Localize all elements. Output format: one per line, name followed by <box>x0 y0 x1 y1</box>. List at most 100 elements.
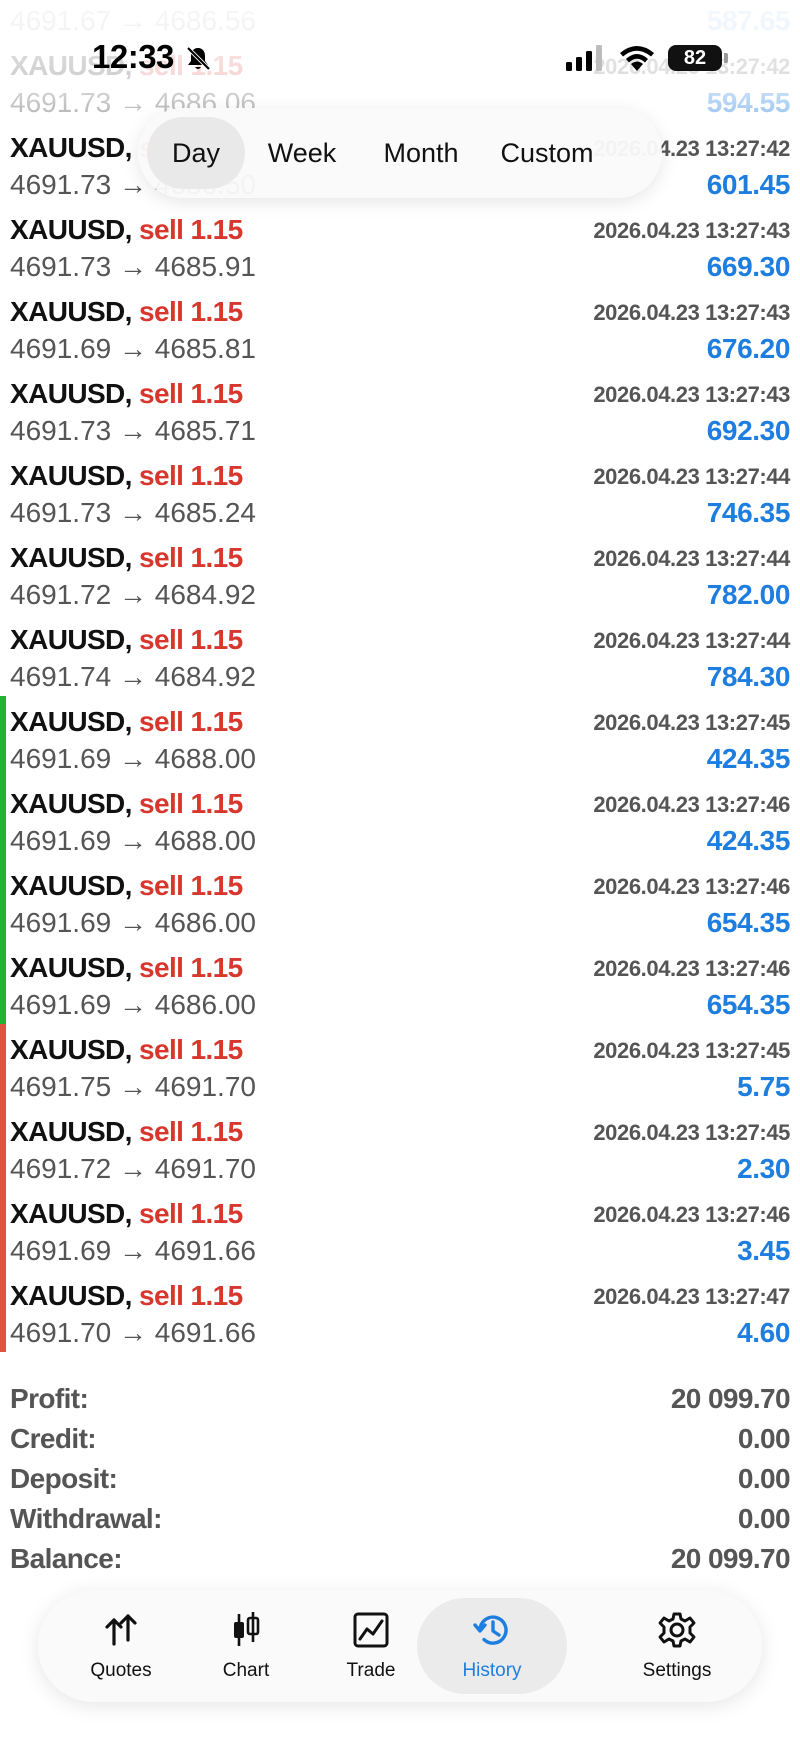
summary-value: 0.00 <box>737 1423 791 1454</box>
deal-row[interactable]: XAUUSD, sell 1.15 2026.04.23 13:27:44 4691… <box>0 614 800 696</box>
deal-title: XAUUSD, sell 1.15 <box>10 1034 243 1066</box>
deal-side: sell 1.15 <box>139 624 243 655</box>
deal-time: 2026.04.23 13:27:46 <box>593 792 790 817</box>
deals-list: XAUUSD, sell 1.152026.04.23 13:27:424691… <box>0 0 800 1352</box>
deal-profit: 424.35 <box>706 825 791 856</box>
deal-row[interactable]: XAUUSD, sell 1.15 2026.04.23 13:27:46 4691… <box>0 778 800 860</box>
deal-row[interactable]: XAUUSD, sell 1.15 2026.04.23 13:27:45 4691… <box>0 696 800 778</box>
deal-prices: 4691.72 → 4691.70 <box>10 1153 256 1184</box>
deal-status-bar <box>0 696 6 778</box>
battery-indicator: 82 <box>668 45 722 71</box>
deal-time: 2026.04.23 13:27:43 <box>593 300 790 325</box>
summary-label: Profit: <box>10 1383 89 1414</box>
deal-title: XAUUSD, sell 1.15 <box>10 296 243 328</box>
tab-history[interactable]: History <box>417 1598 567 1694</box>
deal-symbol: XAUUSD, <box>10 870 132 901</box>
deal-row[interactable]: XAUUSD, sell 1.15 2026.04.23 13:27:47 4691… <box>0 1270 800 1352</box>
deal-side: sell 1.15 <box>139 1034 243 1065</box>
deal-prices: 4691.73 → 4685.91 <box>10 251 256 282</box>
deal-title: XAUUSD, sell 1.15 <box>10 378 243 410</box>
deal-title: XAUUSD, sell 1.15 <box>10 870 243 902</box>
deal-side: sell 1.15 <box>139 1116 243 1147</box>
deal-row[interactable]: XAUUSD, sell 1.15 2026.04.23 13:27:44 4691… <box>0 450 800 532</box>
deal-time: 2026.04.23 13:27:45 <box>593 1120 790 1145</box>
period-day[interactable]: Day <box>147 117 245 189</box>
summary-label: Balance: <box>10 1543 123 1574</box>
deal-symbol: XAUUSD, <box>10 788 132 819</box>
deal-row[interactable]: XAUUSD, sell 1.15 2026.04.23 13:27:46 4691… <box>0 942 800 1024</box>
deal-row[interactable]: XAUUSD, sell 1.15 2026.04.23 13:27:44 4691… <box>0 532 800 614</box>
deal-profit: 5.75 <box>737 1071 790 1102</box>
trade-icon <box>353 1612 389 1648</box>
deal-profit: 692.30 <box>706 415 791 446</box>
deal-time: 2026.04.23 13:27:43 <box>593 218 790 243</box>
deal-status-bar <box>0 450 6 532</box>
deal-status-bar <box>0 122 6 204</box>
deal-title: XAUUSD, sell 1.15 <box>10 952 243 984</box>
deal-row[interactable]: XAUUSD, sell 1.15 2026.04.23 13:27:43 4691… <box>0 204 800 286</box>
deal-prices: 4691.69 → 4685.81 <box>10 333 256 364</box>
summary-label: Withdrawal: <box>10 1503 162 1534</box>
tab-settings[interactable]: Settings <box>602 1598 752 1694</box>
deal-status-bar <box>0 368 6 450</box>
deal-symbol: XAUUSD, <box>10 1116 132 1147</box>
account-summary: Profit: 20 099.70 Credit: 0.00 Deposit: … <box>0 1381 800 1581</box>
deal-side: sell 1.15 <box>139 788 243 819</box>
bottom-tab-bar: Quotes Chart Trade History Settings <box>38 1590 762 1702</box>
deal-symbol: XAUUSD, <box>10 1034 132 1065</box>
deal-symbol: XAUUSD, <box>10 1280 132 1311</box>
deal-profit: 654.35 <box>706 989 791 1020</box>
wifi-icon <box>620 46 654 71</box>
deal-title: XAUUSD, sell 1.15 <box>10 1198 243 1230</box>
deal-row[interactable]: XAUUSD, sell 1.15 2026.04.23 13:27:43 4691… <box>0 286 800 368</box>
deal-profit: 782.00 <box>706 579 791 610</box>
deal-title: XAUUSD, sell 1.15 <box>10 624 243 656</box>
summary-value: 0.00 <box>737 1503 791 1534</box>
deal-prices: 4691.75 → 4691.70 <box>10 1071 256 1102</box>
settings-icon <box>658 1612 696 1648</box>
deal-title: XAUUSD, sell 1.15 <box>10 1280 243 1312</box>
deal-row[interactable]: XAUUSD, sell 1.15 2026.04.23 13:27:45 4691… <box>0 1024 800 1106</box>
deal-row[interactable]: XAUUSD, sell 1.15 2026.04.23 13:27:45 4691… <box>0 1106 800 1188</box>
deal-time: 2026.04.23 13:27:45 <box>593 710 790 735</box>
deal-symbol: XAUUSD, <box>10 378 132 409</box>
period-week[interactable]: Week <box>250 117 354 189</box>
deal-title: XAUUSD, sell 1.15 <box>10 706 243 738</box>
battery-cap <box>724 53 728 63</box>
summary-label: Credit: <box>10 1423 97 1454</box>
deal-prices: 4691.69 → 4686.00 <box>10 907 256 938</box>
deal-symbol: XAUUSD, <box>10 542 132 573</box>
deal-time: 2026.04.23 13:27:46 <box>593 874 790 899</box>
chart-icon <box>234 1612 260 1646</box>
deal-status-bar <box>0 1024 6 1106</box>
silent-bell-icon <box>186 46 211 71</box>
deal-row[interactable]: XAUUSD, sell 1.15 2026.04.23 13:27:46 4691… <box>0 860 800 942</box>
deal-symbol: XAUUSD, <box>10 624 132 655</box>
period-custom[interactable]: Custom <box>486 117 608 189</box>
deal-symbol: XAUUSD, <box>10 214 132 245</box>
deal-time: 2026.04.23 13:27:43 <box>593 382 790 407</box>
tab-label: History <box>462 1660 522 1681</box>
summary-value: 0.00 <box>737 1463 791 1494</box>
deal-symbol: XAUUSD, <box>10 952 132 983</box>
deal-prices: 4691.69 → 4688.00 <box>10 743 256 774</box>
deal-prices: 4691.72 → 4684.92 <box>10 579 256 610</box>
deal-prices: 4691.69 → 4691.66 <box>10 1235 256 1266</box>
deal-time: 2026.04.23 13:27:44 <box>593 628 790 653</box>
deal-row[interactable]: XAUUSD, sell 1.15 2026.04.23 13:27:43 4691… <box>0 368 800 450</box>
deal-title: XAUUSD, sell 1.15 <box>10 1116 243 1148</box>
deal-side: sell 1.15 <box>139 542 243 573</box>
deal-side: sell 1.15 <box>139 870 243 901</box>
deal-side: sell 1.15 <box>139 460 243 491</box>
deal-status-bar <box>0 942 6 1024</box>
deal-prices: 4691.73 → 4685.71 <box>10 415 256 446</box>
deal-title: XAUUSD, sell 1.15 <box>10 788 243 820</box>
deal-profit: 676.20 <box>706 333 791 364</box>
summary-value: 20 099.70 <box>670 1383 791 1414</box>
deal-row[interactable]: XAUUSD, sell 1.15 2026.04.23 13:27:46 4691… <box>0 1188 800 1270</box>
deal-profit: 669.30 <box>706 251 791 282</box>
summary-profit: Profit: 20 099.70 <box>0 1381 800 1421</box>
period-month[interactable]: Month <box>366 117 476 189</box>
deal-profit: 784.30 <box>706 661 791 692</box>
deal-side: sell 1.15 <box>139 952 243 983</box>
